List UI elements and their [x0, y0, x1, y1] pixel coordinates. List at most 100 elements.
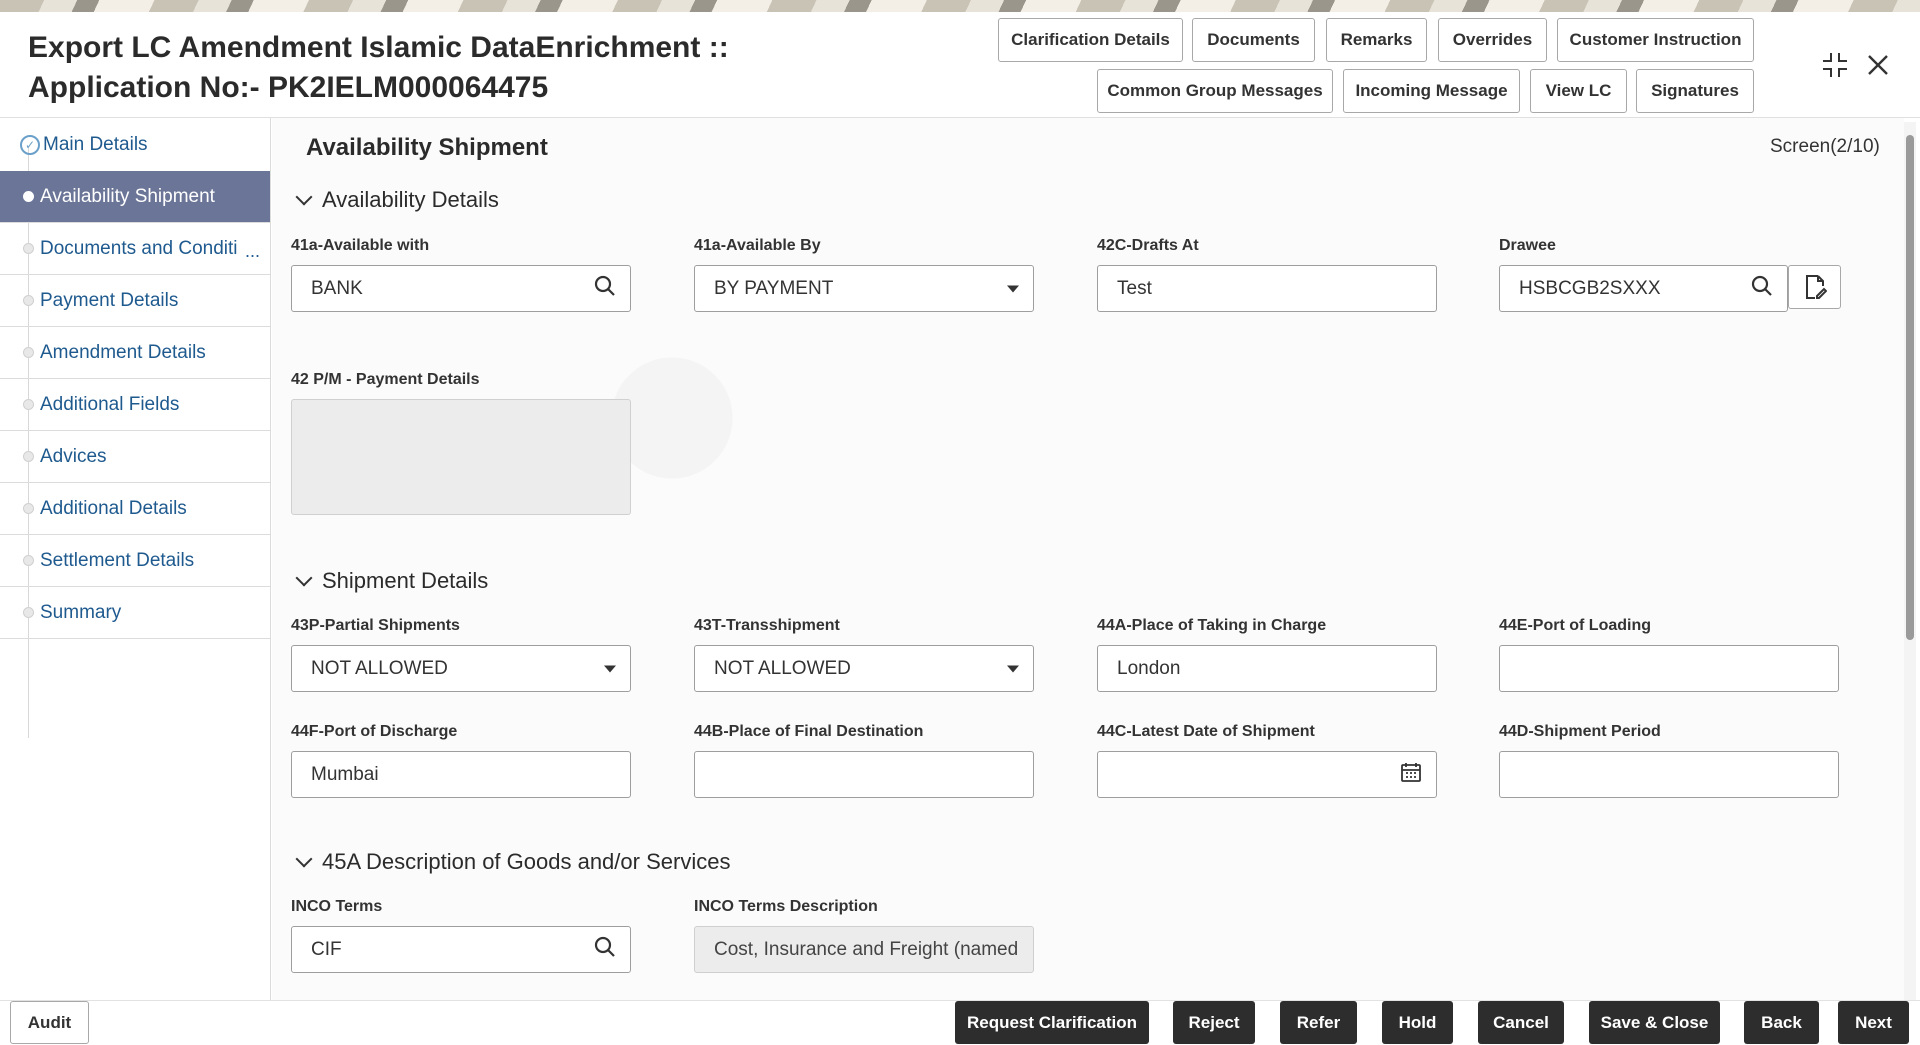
- calendar-icon[interactable]: [1400, 761, 1422, 789]
- chevron-down-icon: [296, 570, 313, 587]
- available-with-label: 41a-Available with: [291, 237, 429, 255]
- sidebar-item-label: Additional Details: [40, 498, 187, 520]
- step-dot-icon: [23, 243, 34, 254]
- section-toggle-availability-details[interactable]: Availability Details: [294, 187, 499, 213]
- common-group-messages-button[interactable]: Common Group Messages: [1097, 69, 1333, 113]
- available-by-select[interactable]: BY PAYMENT: [694, 265, 1034, 312]
- documents-button[interactable]: Documents: [1192, 18, 1315, 62]
- field-value: CIF: [311, 939, 342, 961]
- view-lc-button[interactable]: View LC: [1530, 69, 1627, 113]
- sidebar-nav: ✓ Main Details Availability Shipment Doc…: [0, 118, 271, 1001]
- sidebar-item-payment-details[interactable]: Payment Details: [0, 275, 270, 327]
- next-button[interactable]: Next: [1838, 1001, 1909, 1044]
- drawee-field[interactable]: HSBCGB2SXXX: [1499, 265, 1788, 312]
- dropdown-caret-icon: [1007, 285, 1019, 292]
- inco-terms-field[interactable]: CIF: [291, 926, 631, 973]
- select-value: BY PAYMENT: [714, 278, 833, 300]
- drawee-details-button[interactable]: [1788, 265, 1841, 309]
- port-of-discharge-label: 44F-Port of Discharge: [291, 723, 457, 741]
- step-dot-icon: [23, 399, 34, 410]
- page-title: Availability Shipment: [306, 134, 548, 162]
- back-button[interactable]: Back: [1744, 1001, 1819, 1044]
- incoming-message-button[interactable]: Incoming Message: [1343, 69, 1520, 113]
- sidebar-item-label: Payment Details: [40, 290, 178, 312]
- step-dot-icon: [23, 607, 34, 618]
- sidebar-item-documents-conditions[interactable]: Documents and Conditi ...: [0, 223, 270, 275]
- title-line-2: Application No:- PK2IELM000064475: [28, 68, 729, 108]
- shipment-period-label: 44D-Shipment Period: [1499, 723, 1661, 741]
- search-icon[interactable]: [594, 936, 616, 964]
- section-title: Shipment Details: [322, 568, 488, 594]
- port-of-loading-field[interactable]: [1499, 645, 1839, 692]
- dropdown-caret-icon: [1007, 665, 1019, 672]
- transshipment-label: 43T-Transshipment: [694, 617, 840, 635]
- save-close-button[interactable]: Save & Close: [1589, 1001, 1720, 1044]
- step-dot-icon: [23, 555, 34, 566]
- final-destination-field[interactable]: [694, 751, 1034, 798]
- hold-button[interactable]: Hold: [1382, 1001, 1453, 1044]
- signatures-button[interactable]: Signatures: [1636, 69, 1754, 113]
- step-dot-icon: [23, 191, 34, 202]
- transshipment-select[interactable]: NOT ALLOWED: [694, 645, 1034, 692]
- scrollbar-thumb[interactable]: [1906, 135, 1914, 640]
- close-icon[interactable]: [1866, 52, 1890, 84]
- available-by-label: 41a-Available By: [694, 237, 821, 255]
- collapse-icon[interactable]: [1820, 50, 1850, 87]
- sidebar-item-label: Amendment Details: [40, 342, 206, 364]
- section-toggle-goods-description[interactable]: 45A Description of Goods and/or Services: [294, 849, 730, 875]
- sidebar-item-availability-shipment[interactable]: Availability Shipment: [0, 171, 270, 223]
- title-line-1: Export LC Amendment Islamic DataEnrichme…: [28, 28, 729, 68]
- step-dot-icon: [23, 451, 34, 462]
- overrides-button[interactable]: Overrides: [1438, 18, 1547, 62]
- sidebar-item-advices[interactable]: Advices: [0, 431, 270, 483]
- inco-description-field: Cost, Insurance and Freight (named: [694, 926, 1034, 973]
- partial-shipments-select[interactable]: NOT ALLOWED: [291, 645, 631, 692]
- check-circle-icon: ✓: [20, 135, 40, 155]
- cancel-button[interactable]: Cancel: [1478, 1001, 1564, 1044]
- sidebar-item-label: Additional Fields: [40, 394, 179, 416]
- request-clarification-button[interactable]: Request Clarification: [955, 1001, 1149, 1044]
- field-value: Test: [1117, 278, 1152, 300]
- sidebar-item-label: Advices: [40, 446, 107, 468]
- field-value: London: [1117, 658, 1180, 680]
- step-dot-icon: [23, 295, 34, 306]
- refer-button[interactable]: Refer: [1280, 1001, 1357, 1044]
- section-title: 45A Description of Goods and/or Services: [322, 849, 730, 875]
- port-of-discharge-field[interactable]: Mumbai: [291, 751, 631, 798]
- drafts-at-label: 42C-Drafts At: [1097, 237, 1199, 255]
- sidebar-item-summary[interactable]: Summary: [0, 587, 270, 639]
- step-dot-icon: [23, 503, 34, 514]
- section-title: Availability Details: [322, 187, 499, 213]
- page-header-title: Export LC Amendment Islamic DataEnrichme…: [28, 28, 729, 108]
- drafts-at-field[interactable]: Test: [1097, 265, 1437, 312]
- payment-details-textarea[interactable]: [291, 399, 631, 515]
- screen-indicator: Screen(2/10): [1770, 136, 1880, 158]
- sidebar-item-settlement-details[interactable]: Settlement Details: [0, 535, 270, 587]
- clarification-details-button[interactable]: Clarification Details: [998, 18, 1183, 62]
- chevron-down-icon: [296, 851, 313, 868]
- section-toggle-shipment-details[interactable]: Shipment Details: [294, 568, 488, 594]
- sidebar-item-amendment-details[interactable]: Amendment Details: [0, 327, 270, 379]
- search-icon[interactable]: [1751, 275, 1773, 303]
- sidebar-item-additional-details[interactable]: Additional Details: [0, 483, 270, 535]
- port-of-loading-label: 44E-Port of Loading: [1499, 617, 1651, 635]
- latest-date-field[interactable]: [1097, 751, 1437, 798]
- field-value: BANK: [311, 278, 363, 300]
- sidebar-item-label: Settlement Details: [40, 550, 194, 572]
- select-value: NOT ALLOWED: [714, 658, 851, 680]
- field-value: Mumbai: [311, 764, 379, 786]
- available-with-field[interactable]: BANK: [291, 265, 631, 312]
- chevron-down-icon: [296, 189, 313, 206]
- sidebar-item-additional-fields[interactable]: Additional Fields: [0, 379, 270, 431]
- place-of-taking-field[interactable]: London: [1097, 645, 1437, 692]
- audit-button[interactable]: Audit: [10, 1001, 89, 1044]
- reject-button[interactable]: Reject: [1173, 1001, 1255, 1044]
- search-icon[interactable]: [594, 275, 616, 303]
- customer-instruction-button[interactable]: Customer Instruction: [1557, 18, 1754, 62]
- remarks-button[interactable]: Remarks: [1326, 18, 1427, 62]
- place-of-taking-label: 44A-Place of Taking in Charge: [1097, 617, 1326, 635]
- field-value: Cost, Insurance and Freight (named: [714, 939, 1018, 961]
- sidebar-item-main-details[interactable]: ✓ Main Details: [0, 120, 270, 170]
- shipment-period-field[interactable]: [1499, 751, 1839, 798]
- latest-date-label: 44C-Latest Date of Shipment: [1097, 723, 1315, 741]
